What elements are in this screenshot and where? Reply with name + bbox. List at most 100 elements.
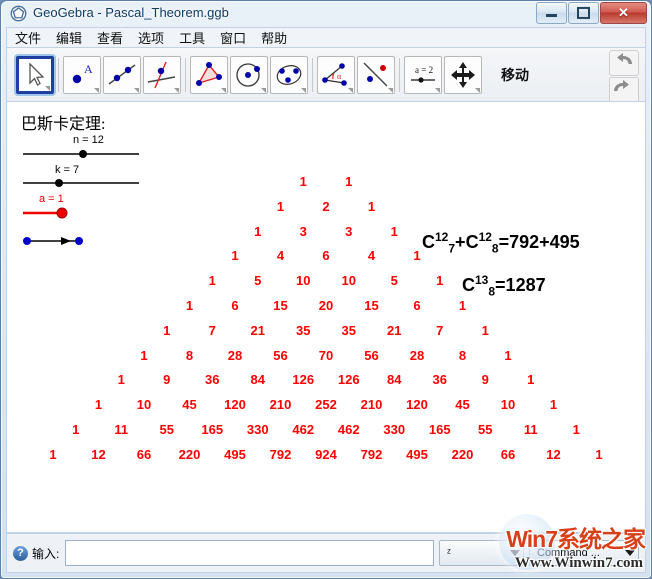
menu-view[interactable]: 查看 bbox=[95, 27, 125, 48]
pascal-cell: 1 bbox=[554, 422, 600, 437]
pascal-row: 15101051 bbox=[7, 273, 645, 288]
pascal-cell: 1 bbox=[372, 224, 418, 239]
chevron-down-icon[interactable] bbox=[94, 88, 99, 93]
svg-text:A: A bbox=[84, 62, 93, 76]
pascal-cell: 10 bbox=[121, 397, 167, 412]
chevron-down-icon[interactable] bbox=[301, 88, 306, 93]
pascal-cell: 1 bbox=[76, 397, 122, 412]
chevron-down-icon[interactable] bbox=[435, 88, 440, 93]
tool-circle[interactable] bbox=[230, 56, 268, 94]
maximize-button[interactable] bbox=[568, 2, 599, 24]
pascal-cell: 1 bbox=[281, 174, 327, 189]
pascal-cell: 1 bbox=[349, 199, 395, 214]
chevron-down-icon[interactable] bbox=[261, 88, 266, 93]
command-dropdown-value: Command ... bbox=[533, 547, 604, 559]
tool-reflect[interactable] bbox=[357, 56, 395, 94]
pascal-cell: 11 bbox=[99, 422, 145, 437]
tool-move-view[interactable] bbox=[444, 56, 482, 94]
pascal-cell: 7 bbox=[417, 323, 463, 338]
symbol-dropdown[interactable]: ᶻ bbox=[439, 540, 524, 566]
pascal-triangle: 1112113311464115101051161520156117213535… bbox=[7, 102, 645, 532]
pascal-cell: 1 bbox=[30, 447, 76, 462]
pascal-cell: 12 bbox=[76, 447, 122, 462]
pascal-cell: 66 bbox=[121, 447, 167, 462]
chevron-down-icon[interactable] bbox=[388, 88, 393, 93]
pascal-cell: 1 bbox=[440, 298, 486, 313]
tool-angle[interactable]: α bbox=[317, 56, 355, 94]
chevron-down-icon[interactable] bbox=[45, 86, 50, 91]
chevron-down-icon[interactable] bbox=[174, 88, 179, 93]
tool-polygon[interactable] bbox=[190, 56, 228, 94]
tool-slider[interactable]: a = 2 bbox=[404, 56, 442, 94]
pascal-cell: 4 bbox=[258, 248, 304, 263]
tool-conic[interactable] bbox=[270, 56, 308, 94]
pascal-cell: 21 bbox=[372, 323, 418, 338]
question-mark-icon[interactable]: ? bbox=[13, 546, 28, 561]
chevron-down-icon[interactable] bbox=[221, 88, 226, 93]
close-button[interactable]: ✕ bbox=[600, 2, 647, 24]
pascal-cell: 1 bbox=[53, 422, 99, 437]
pascal-row: 1331 bbox=[7, 224, 645, 239]
chevron-down-icon bbox=[625, 550, 635, 556]
pascal-cell: 330 bbox=[235, 422, 281, 437]
menu-help[interactable]: 帮助 bbox=[259, 27, 289, 48]
tool-perpendicular[interactable] bbox=[143, 56, 181, 94]
minimize-button[interactable] bbox=[536, 2, 567, 24]
tool-line[interactable] bbox=[103, 56, 141, 94]
pascal-cell: 1 bbox=[576, 447, 622, 462]
pascal-cell: 21 bbox=[235, 323, 281, 338]
pascal-row: 1126622049579292479249522066121 bbox=[7, 447, 645, 462]
pascal-row: 14641 bbox=[7, 248, 645, 263]
pascal-cell: 1 bbox=[121, 348, 167, 363]
redo-button[interactable] bbox=[609, 77, 639, 103]
pascal-cell: 210 bbox=[258, 397, 304, 412]
pascal-cell: 28 bbox=[212, 348, 258, 363]
maximize-icon bbox=[569, 7, 598, 19]
pascal-cell: 220 bbox=[440, 447, 486, 462]
tool-move[interactable] bbox=[16, 56, 54, 94]
pascal-cell: 84 bbox=[235, 372, 281, 387]
pascal-row: 1104512021025221012045101 bbox=[7, 397, 645, 412]
menu-edit[interactable]: 编辑 bbox=[54, 27, 84, 48]
undo-redo-group bbox=[609, 50, 641, 104]
pascal-cell: 1 bbox=[235, 224, 281, 239]
symbol-dropdown-value: ᶻ bbox=[443, 547, 455, 559]
geogebra-window: GeoGebra - Pascal_Theorem.ggb ✕ 文件 编辑 查看… bbox=[0, 0, 652, 579]
menu-tools[interactable]: 工具 bbox=[177, 27, 207, 48]
tool-point[interactable]: A bbox=[63, 56, 101, 94]
pascal-cell: 1 bbox=[508, 372, 554, 387]
graphics-view[interactable]: 巴斯卡定理: n = 12 k = 7 a = 1 C127+C128=7 bbox=[6, 101, 646, 533]
pascal-cell: 462 bbox=[281, 422, 327, 437]
pascal-cell: 792 bbox=[349, 447, 395, 462]
pascal-cell: 11 bbox=[508, 422, 554, 437]
pascal-cell: 7 bbox=[190, 323, 236, 338]
pascal-cell: 8 bbox=[167, 348, 213, 363]
pascal-cell: 462 bbox=[326, 422, 372, 437]
pascal-cell: 3 bbox=[326, 224, 372, 239]
toolbar-separator bbox=[58, 58, 59, 92]
chevron-down-icon[interactable] bbox=[475, 88, 480, 93]
pascal-cell: 5 bbox=[372, 273, 418, 288]
pascal-cell: 10 bbox=[485, 397, 531, 412]
command-dropdown[interactable]: Command ... bbox=[529, 540, 639, 566]
menu-file[interactable]: 文件 bbox=[13, 27, 43, 48]
chevron-down-icon[interactable] bbox=[348, 88, 353, 93]
minimize-icon bbox=[537, 7, 566, 19]
pascal-row: 172135352171 bbox=[7, 323, 645, 338]
pascal-cell: 1 bbox=[417, 273, 463, 288]
pascal-cell: 210 bbox=[349, 397, 395, 412]
input-field[interactable] bbox=[65, 540, 434, 566]
pascal-cell: 10 bbox=[281, 273, 327, 288]
pascal-cell: 120 bbox=[212, 397, 258, 412]
window-controls: ✕ bbox=[535, 2, 647, 23]
pascal-cell: 9 bbox=[144, 372, 190, 387]
chevron-down-icon[interactable] bbox=[134, 88, 139, 93]
pascal-cell: 1 bbox=[485, 348, 531, 363]
undo-button[interactable] bbox=[609, 50, 639, 76]
menu-window[interactable]: 窗口 bbox=[218, 27, 248, 48]
pascal-cell: 120 bbox=[394, 397, 440, 412]
pascal-cell: 55 bbox=[463, 422, 509, 437]
menu-options[interactable]: 选项 bbox=[136, 27, 166, 48]
pascal-cell: 8 bbox=[440, 348, 486, 363]
pascal-cell: 10 bbox=[326, 273, 372, 288]
